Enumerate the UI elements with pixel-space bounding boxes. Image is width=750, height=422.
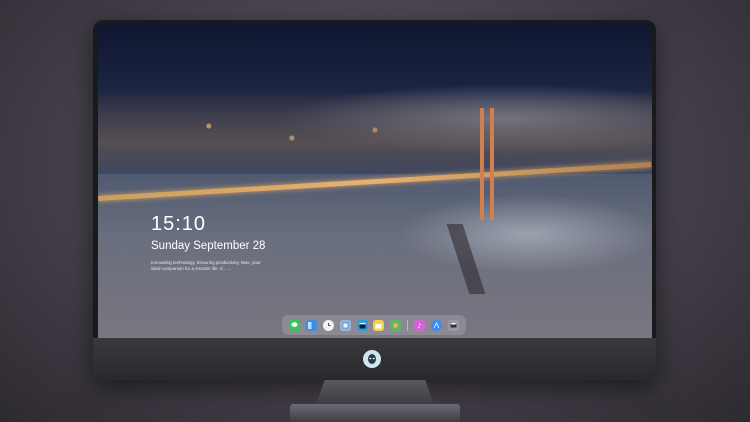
dock-separator — [407, 319, 409, 331]
clapper-icon[interactable] — [356, 319, 368, 331]
bridge-tower — [480, 108, 494, 220]
lock-time: 15:10 — [151, 213, 207, 235]
lock-date: Sunday September 28 — [151, 240, 266, 252]
preview-icon[interactable] — [339, 319, 351, 331]
desktop-screen — [98, 24, 652, 338]
lock-tagline: Innovating technology, Ensuring producti… — [151, 260, 261, 271]
alien-logo-icon — [363, 350, 381, 368]
appstore-icon[interactable] — [431, 319, 443, 331]
clock-icon[interactable] — [322, 319, 334, 331]
city-lights — [98, 94, 652, 174]
water-shine — [398, 194, 652, 274]
dock: ♪ — [282, 315, 466, 335]
finder-icon[interactable] — [305, 319, 317, 331]
messages-icon[interactable] — [288, 319, 300, 331]
printer-icon[interactable] — [448, 319, 460, 331]
svg-text:♪: ♪ — [418, 323, 422, 329]
photos-icon[interactable] — [390, 319, 402, 331]
lock-screen-info: 15:10 Sunday September 28 Innovating tec… — [151, 213, 271, 272]
music-icon[interactable]: ♪ — [414, 319, 426, 331]
stand-base — [290, 404, 460, 422]
notes-icon[interactable] — [373, 319, 385, 331]
